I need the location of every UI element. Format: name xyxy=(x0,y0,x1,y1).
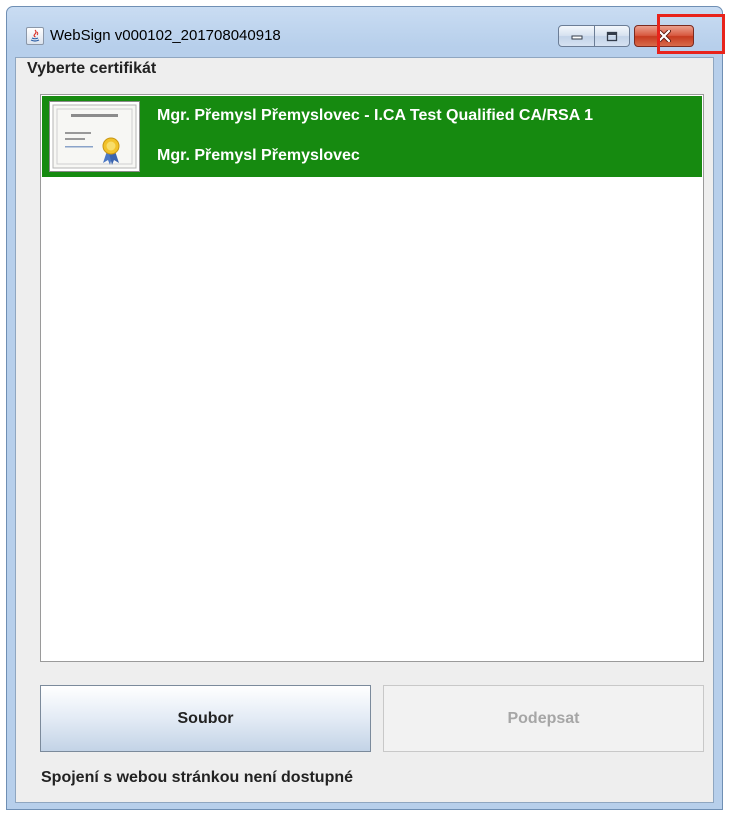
certificate-icon xyxy=(49,101,140,172)
close-button[interactable] xyxy=(634,25,694,47)
maximize-button[interactable] xyxy=(595,25,630,47)
java-icon xyxy=(26,27,44,45)
certificate-list-item[interactable]: Mgr. Přemysl Přemyslovec - I.CA Test Qua… xyxy=(42,96,702,177)
maximize-icon xyxy=(606,31,618,41)
sign-button[interactable]: Podepsat xyxy=(383,685,704,752)
status-text: Spojení s webou stránkou není dostupné xyxy=(41,769,354,786)
section-label: Vyberte certifikát xyxy=(27,60,157,77)
close-icon xyxy=(657,30,671,42)
minimize-icon xyxy=(571,35,582,40)
window-title: WebSign v000102_201708040918 xyxy=(50,27,281,44)
certificate-list[interactable]: Mgr. Přemysl Přemyslovec - I.CA Test Qua… xyxy=(40,94,704,662)
certificate-title: Mgr. Přemysl Přemyslovec - I.CA Test Qua… xyxy=(157,107,593,124)
certificate-subject: Mgr. Přemysl Přemyslovec xyxy=(157,147,360,164)
title-bar[interactable]: WebSign v000102_201708040918 xyxy=(7,7,722,57)
file-button[interactable]: Soubor xyxy=(40,685,371,752)
minimize-button[interactable] xyxy=(558,25,595,47)
